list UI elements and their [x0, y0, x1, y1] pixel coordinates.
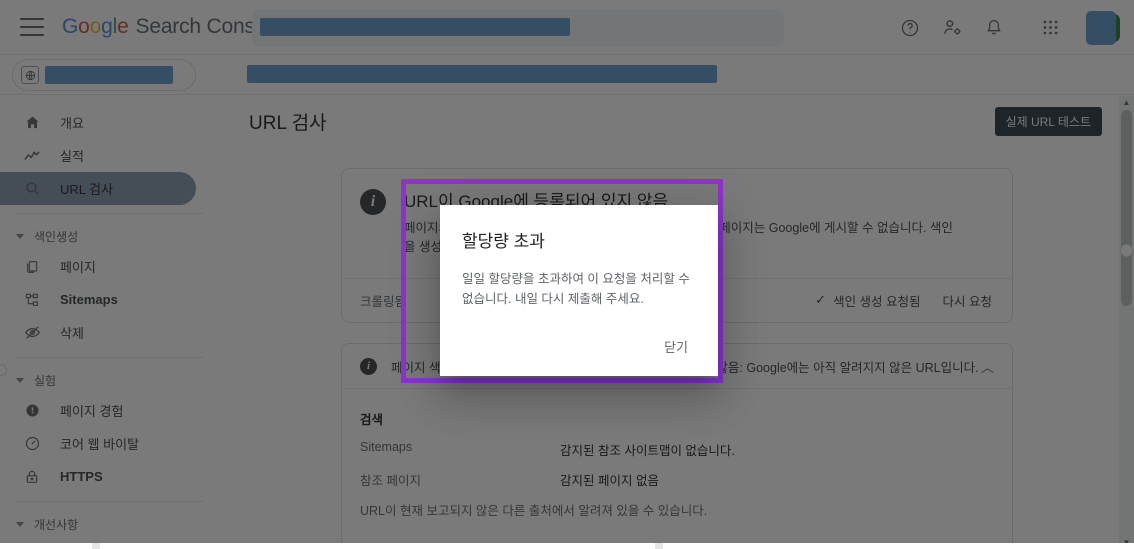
sidebar-divider [14, 501, 204, 502]
detail-value: 감지된 페이지 없음 [560, 474, 659, 488]
logo-letter-g2: g [101, 15, 113, 38]
dialog-title: 할당량 초과 [462, 232, 545, 251]
sidebar-item-label: 페이지 경험 [60, 404, 124, 419]
sidebar-group-label: 색인생성 [34, 229, 79, 244]
property-selector[interactable] [12, 59, 196, 91]
chevron-down-icon [16, 521, 24, 527]
strip-segment [100, 543, 655, 549]
logo-letter-e: e [117, 15, 129, 38]
bottom-browser-strip [0, 543, 1134, 549]
dialog-body: 일일 할당량을 초과하여 이 요청을 처리할 수 없습니다. 내일 다시 제출해… [462, 272, 690, 306]
google-search-console-logo: Google Search Console [62, 15, 282, 39]
logo-letter-o2: o [89, 15, 102, 38]
crawled-label: 크롤링됨 [360, 294, 407, 309]
chevron-up-icon[interactable]: ︿ [981, 357, 994, 376]
google-apps-grid-icon[interactable] [1036, 14, 1064, 42]
sidebar-item-page-experience[interactable]: 페이지 경험 [0, 394, 196, 427]
redacted-search-value [260, 18, 570, 36]
logo-letter-o1: o [78, 15, 90, 38]
top-header: Google Search Console [0, 0, 1134, 55]
header-icon-group [896, 0, 1120, 55]
search-icon [22, 179, 42, 199]
sidebar-group-enhancements[interactable]: 개선사항 [0, 510, 226, 538]
home-icon [22, 113, 42, 133]
dialog-close-button[interactable]: 닫기 [656, 331, 696, 362]
detail-row: 참조 페이지 감지된 페이지 없음 [360, 470, 994, 489]
chevron-down-icon [16, 233, 24, 239]
quota-exceeded-dialog: 할당량 초과 일일 할당량을 초과하여 이 요청을 처리할 수 없습니다. 내일… [440, 205, 718, 376]
sidebar-item-label: 페이지 [60, 260, 96, 275]
strip-segment [0, 543, 92, 549]
sidebar-item-https[interactable]: HTTPS [0, 460, 196, 493]
trending-up-icon [22, 146, 42, 166]
live-url-test-button[interactable]: 실제 URL 테스트 [994, 107, 1102, 136]
scrollbar-thumb[interactable] [1121, 110, 1132, 306]
sidebar-item-label: 실적 [60, 149, 84, 164]
page-indexing-details: 검색 Sitemaps 감지된 참조 사이트맵이 없습니다. 참조 페이지 감지… [342, 388, 1012, 549]
sidebar-group-label: 개선사항 [34, 517, 79, 532]
redacted-property-name [45, 66, 173, 84]
sitemap-icon [22, 290, 42, 310]
sidebar-group-indexing[interactable]: 색인생성 [0, 222, 226, 250]
sidebar-group-label: 실험 [34, 373, 57, 388]
scroll-up-arrow[interactable]: ▲ [1119, 96, 1134, 109]
sidebar-item-performance[interactable]: 실적 [0, 139, 196, 172]
indexing-requested-status: ✓ 색인 생성 요청됨 [815, 291, 920, 310]
strip-segment [663, 543, 1134, 549]
sidebar-item-pages[interactable]: 페이지 [0, 250, 196, 283]
info-icon: i [360, 189, 386, 215]
sidebar-item-label: HTTPS [60, 469, 103, 484]
sidebar-item-overview[interactable]: 개요 [0, 106, 196, 139]
account-settings-icon[interactable] [938, 14, 966, 42]
detail-key: Sitemaps [360, 440, 413, 454]
header-search-input[interactable] [252, 9, 784, 47]
sidebar-item-label: URL 검사 [60, 182, 114, 197]
sidebar-item-url-inspection[interactable]: URL 검사 [0, 172, 196, 205]
detail-key: 참조 페이지 [360, 474, 421, 488]
chevron-down-icon [16, 377, 24, 383]
lock-icon [22, 467, 42, 487]
indexing-requested-label: 색인 생성 요청됨 [833, 294, 921, 309]
sidebar-divider [14, 357, 204, 358]
sidebar-item-sitemaps[interactable]: Sitemaps [0, 283, 196, 316]
sidebar-item-label: 코어 웹 바이탈 [60, 437, 139, 452]
detail-row: Sitemaps 감지된 참조 사이트맵이 없습니다. [360, 440, 994, 459]
sidebar-item-label: 개요 [60, 116, 84, 131]
sidebar-item-removals[interactable]: 삭제 [0, 316, 196, 349]
help-icon[interactable] [896, 14, 924, 42]
sidebar-item-label: 삭제 [60, 326, 84, 341]
redacted-inspected-url [247, 65, 717, 83]
property-bar [0, 55, 1134, 95]
hamburger-menu-icon[interactable] [20, 18, 44, 36]
sidebar-group-experience[interactable]: 실험 [0, 366, 226, 394]
discovery-heading: 검색 [360, 413, 384, 427]
sidebar-divider [14, 213, 204, 214]
sidebar-item-core-web-vitals[interactable]: 코어 웹 바이탈 [0, 427, 196, 460]
logo-letter-g1: G [62, 15, 79, 38]
globe-icon [21, 66, 39, 84]
page-scrollbar[interactable]: ▲ ▼ [1119, 96, 1134, 549]
page-title: URL 검사 [249, 113, 327, 134]
notifications-bell-icon[interactable] [980, 14, 1008, 42]
info-icon: i [360, 357, 377, 375]
speedometer-icon [22, 434, 42, 454]
dialog-actions: 닫기 [462, 331, 696, 362]
eye-off-icon [22, 323, 42, 343]
pages-icon [22, 257, 42, 277]
page-experience-icon [22, 401, 42, 421]
redacted-avatar [1086, 10, 1116, 45]
avatar[interactable] [1086, 10, 1120, 45]
sidebar-item-label: Sitemaps [60, 292, 118, 307]
request-again-button[interactable]: 다시 요청 [943, 291, 992, 310]
sidebar-navigation: 개요 실적 URL 검사 색인생성 페이지 Sitemaps 삭제 실험 페이지… [0, 96, 226, 549]
check-icon: ✓ [815, 292, 827, 308]
window-resize-dot[interactable] [1120, 244, 1133, 257]
detail-value: 감지된 참조 사이트맵이 없습니다. [560, 444, 735, 458]
discovery-note: URL이 현재 보고되지 않은 다른 출처에서 알려져 있을 수 있습니다. [360, 504, 708, 518]
